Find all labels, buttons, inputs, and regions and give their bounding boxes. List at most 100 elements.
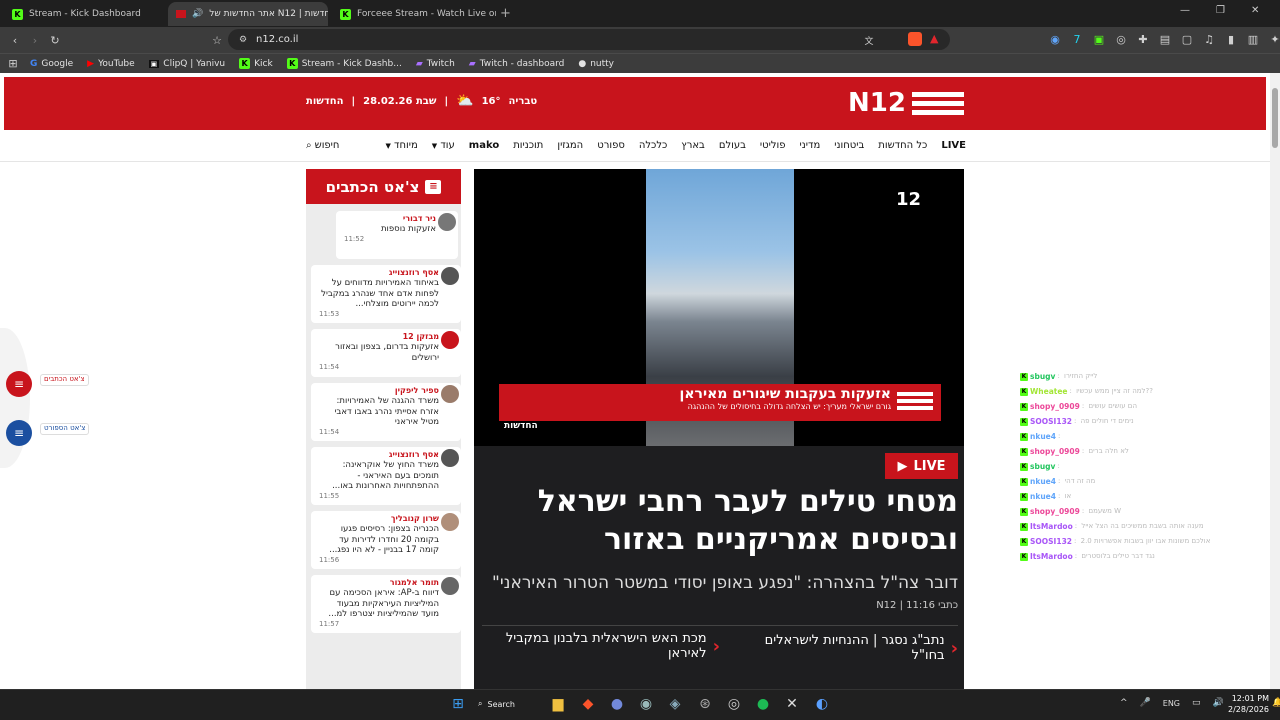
nav-world[interactable]: בעולם bbox=[719, 140, 746, 151]
extension-icon[interactable]: ◎ bbox=[1114, 32, 1128, 46]
volume-icon[interactable]: 🔊 bbox=[1213, 698, 1224, 708]
nav-economy[interactable]: כלכלה bbox=[639, 140, 667, 151]
bookmark-nutty[interactable]: ● nutty bbox=[578, 59, 614, 69]
chat-username[interactable]: nkue4 bbox=[1030, 429, 1056, 444]
search-box[interactable]: ⌕ Search bbox=[478, 694, 550, 714]
extension-icon[interactable]: ▣ bbox=[1092, 32, 1106, 46]
file-explorer-icon[interactable]: ▆ bbox=[548, 694, 568, 714]
nav-security[interactable]: ביטחוני bbox=[834, 140, 864, 151]
chat-username[interactable]: Wheatee bbox=[1030, 384, 1068, 399]
puzzle-icon[interactable]: ✚ bbox=[1136, 32, 1150, 46]
tab-kick-dashboard[interactable]: K Stream - Kick Dashboard bbox=[4, 2, 164, 26]
back-icon[interactable]: ‹ bbox=[8, 33, 22, 47]
chat-username[interactable]: nkue4 bbox=[1030, 489, 1056, 504]
tab-forceee-stream[interactable]: K Forceee Stream - Watch Live on Kick bbox=[332, 2, 496, 26]
bookmark-kick-dashboard[interactable]: K Stream - Kick Dashb... bbox=[286, 58, 402, 69]
reload-icon[interactable]: ↻ bbox=[48, 33, 62, 47]
related-link[interactable]: ‹ נתב"ג נסגר | ההנחיות לישראלים בחו"ל bbox=[730, 633, 958, 663]
windows-start-icon[interactable]: ⊞ bbox=[448, 694, 468, 714]
nav-all-news[interactable]: כל החדשות bbox=[878, 140, 927, 151]
bookmark-icon[interactable]: ☆ bbox=[210, 33, 224, 47]
nav-magazine[interactable]: המגזין bbox=[557, 140, 583, 151]
chat-item[interactable]: מבזקן 12 אזעקות בדרום, בצפון ובאזור ירוש… bbox=[311, 329, 461, 377]
live-badge[interactable]: ▶ LIVE bbox=[885, 453, 958, 479]
brave-icon[interactable]: ◆ bbox=[578, 694, 598, 714]
app-icon[interactable]: ◎ bbox=[724, 694, 744, 714]
article-headline[interactable]: מטחי טילים לעבר רחבי ישראל ובסיסים אמריק… bbox=[482, 483, 958, 558]
sports-chat-button[interactable]: ≡ bbox=[6, 420, 32, 446]
n12-logo[interactable]: N12 bbox=[848, 88, 964, 118]
wallet-icon[interactable]: ▥ bbox=[1246, 32, 1260, 46]
chat-item[interactable]: ניר דבורי אזעקות נוספות 11:52 bbox=[336, 211, 458, 259]
extension-icon[interactable]: ◉ bbox=[1048, 32, 1062, 46]
app-icon[interactable]: ◐ bbox=[812, 694, 832, 714]
video-player[interactable]: 12 אזעקות בעקבות שיגורים מאיראן גורם ישר… bbox=[474, 169, 964, 446]
music-icon[interactable]: ♫ bbox=[1202, 32, 1216, 46]
chat-username[interactable]: nkue4 bbox=[1030, 474, 1056, 489]
chat-username[interactable]: sbugv bbox=[1030, 369, 1055, 384]
reporters-chat-header[interactable]: צ'אט הכתבים ≡ bbox=[306, 169, 461, 204]
nav-special[interactable]: ▼ מיוחד bbox=[385, 140, 417, 151]
related-link[interactable]: ‹ מכת האש הישראלית בלבנון במקביל לאיראן bbox=[500, 631, 720, 661]
brave-rewards-icon[interactable]: ▲ bbox=[930, 32, 938, 45]
bookmark-kick[interactable]: K Kick bbox=[239, 58, 273, 69]
chat-item[interactable]: ספיר ליפקין משרד ההגנה של האמירויות: אזר… bbox=[311, 383, 461, 441]
chat-item[interactable]: אסף רוזנצוייג באיחוד האמירויות מדווחים ע… bbox=[311, 265, 461, 323]
close-window-icon[interactable]: ✕ bbox=[1251, 5, 1259, 16]
maximize-icon[interactable]: ❐ bbox=[1216, 5, 1225, 16]
monitor-icon[interactable]: ▭ bbox=[1192, 698, 1201, 708]
speaker-icon[interactable]: 🔊 bbox=[192, 9, 203, 19]
new-tab-button[interactable]: + bbox=[500, 6, 511, 21]
chat-username[interactable]: sbugv bbox=[1030, 459, 1055, 474]
chat-username[interactable]: shopy_0909 bbox=[1030, 444, 1080, 459]
brave-shield-icon[interactable] bbox=[908, 32, 922, 46]
bookmark-youtube[interactable]: ▶ YouTube bbox=[87, 59, 135, 69]
bookmark-google[interactable]: G Google bbox=[30, 59, 73, 69]
minimize-icon[interactable]: — bbox=[1180, 5, 1190, 16]
nav-shows[interactable]: תוכניות bbox=[513, 140, 543, 151]
bookmark-twitch[interactable]: ▰ Twitch bbox=[416, 59, 455, 69]
forward-icon[interactable]: › bbox=[28, 33, 42, 47]
chat-item[interactable]: שרון קנובליך הכנריה בצפון: רסיסים פגעו ב… bbox=[311, 511, 461, 569]
nav-sport[interactable]: ספורט bbox=[597, 140, 625, 151]
translate-icon[interactable]: 文 bbox=[862, 33, 876, 47]
apps-grid-icon[interactable]: ⊞ bbox=[6, 57, 20, 71]
reporters-chat-button[interactable]: ≡ bbox=[6, 371, 32, 397]
chat-item[interactable]: תומר אלמגור דיווח ב-AP: איראן הסכימה עם … bbox=[311, 575, 461, 633]
nav-mako[interactable]: mako bbox=[469, 140, 499, 151]
nav-search[interactable]: ⌕ חיפוש bbox=[306, 140, 339, 151]
chat-username[interactable]: SOOSI132 bbox=[1030, 534, 1072, 549]
bookmark-clipq[interactable]: ▣ ClipQ | Yanivu bbox=[148, 59, 225, 69]
app-icon[interactable]: ◈ bbox=[665, 694, 685, 714]
microphone-icon[interactable]: 🎤 bbox=[1140, 698, 1151, 708]
notification-icon[interactable]: 🔔 bbox=[1272, 698, 1280, 708]
nav-live[interactable]: LIVE bbox=[941, 140, 966, 151]
reporters-chat-label[interactable]: צ'אט הכתבים bbox=[40, 374, 89, 386]
steam-icon[interactable]: ◉ bbox=[636, 694, 656, 714]
chat-username[interactable]: SOOSI132 bbox=[1030, 414, 1072, 429]
nav-politics[interactable]: פוליטי bbox=[760, 140, 786, 151]
chat-username[interactable]: ItsMardoo bbox=[1030, 549, 1073, 564]
chat-item[interactable]: אסף רוזנצוייג משרד החוץ של אוקראינה: תומ… bbox=[311, 447, 461, 505]
chat-username[interactable]: ItsMardoo bbox=[1030, 519, 1073, 534]
bookmark-twitch-dashboard[interactable]: ▰ Twitch - dashboard bbox=[469, 59, 565, 69]
sports-chat-label[interactable]: צ'אט הספורט bbox=[40, 423, 90, 435]
tab-n12[interactable]: 🔊 חדשות | N12 אתר החדשות של ✕ bbox=[168, 2, 328, 26]
chat-username[interactable]: shopy_0909 bbox=[1030, 399, 1080, 414]
extension-icon[interactable]: ▢ bbox=[1180, 32, 1194, 46]
site-info-icon[interactable]: ⚙ bbox=[236, 33, 250, 47]
sidebar-icon[interactable]: ▮ bbox=[1224, 32, 1238, 46]
nav-more[interactable]: ▼ עוד bbox=[432, 140, 455, 151]
spotify-icon[interactable]: ● bbox=[753, 694, 773, 714]
nav-local[interactable]: בארץ bbox=[681, 140, 705, 151]
leo-icon[interactable]: ✦ bbox=[1268, 32, 1280, 46]
chevron-up-icon[interactable]: ^ bbox=[1120, 698, 1128, 708]
chat-username[interactable]: shopy_0909 bbox=[1030, 504, 1080, 519]
extension-icon[interactable]: 7 bbox=[1070, 32, 1084, 46]
discord-icon[interactable]: ● bbox=[607, 694, 627, 714]
capcut-icon[interactable]: ✕ bbox=[782, 694, 802, 714]
clock[interactable]: 12:01 PM 2/28/2026 bbox=[1228, 693, 1269, 715]
scrollbar-thumb[interactable] bbox=[1272, 88, 1278, 148]
scrollbar[interactable] bbox=[1270, 73, 1280, 689]
app-icon[interactable]: ⊛ bbox=[695, 694, 715, 714]
